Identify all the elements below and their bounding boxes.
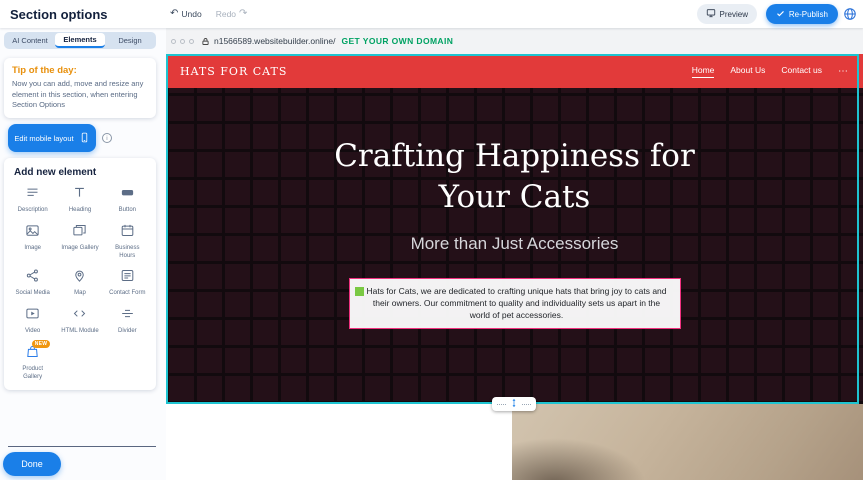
code-icon [72, 306, 87, 326]
monitor-icon [706, 8, 716, 20]
window-dot [171, 39, 176, 44]
nav-about-us[interactable]: About Us [730, 65, 765, 77]
sidebar-tabs: AI Content Elements Design [4, 32, 156, 49]
add-element-image[interactable]: Image [9, 223, 56, 261]
globe-icon [843, 9, 857, 24]
text-lines-icon [25, 185, 40, 205]
preview-button[interactable]: Preview [697, 4, 757, 24]
next-site-section[interactable] [166, 404, 863, 480]
phone-icon [79, 132, 90, 145]
edit-mobile-layout-button[interactable]: Edit mobile layout [8, 124, 96, 152]
heading-icon [72, 185, 87, 205]
add-element-social-media[interactable]: Social Media [9, 268, 56, 298]
top-toolbar: Section options ↶ Undo Redo ↷ Preview Re… [0, 0, 863, 28]
language-globe-button[interactable] [843, 7, 857, 21]
info-icon[interactable]: i [102, 133, 112, 143]
add-element-video[interactable]: Video [9, 306, 56, 336]
undo-button[interactable]: ↶ Undo [170, 9, 202, 19]
left-sidebar: AI Content Elements Design Tip of the da… [0, 28, 166, 480]
add-element-image-gallery[interactable]: Image Gallery [56, 223, 103, 261]
browser-address-bar: n1566589.websitebuilder.online/ GET YOUR… [166, 28, 863, 54]
hero-section[interactable]: Crafting Happiness for Your Cats More th… [166, 88, 863, 404]
add-new-element-panel: Add new element Description Heading Butt… [4, 158, 156, 390]
social-share-icon [25, 268, 40, 288]
site-url: n1566589.websitebuilder.online/ [214, 36, 335, 46]
check-icon [776, 9, 785, 20]
hero-paragraph: Hats for Cats, we are dedicated to craft… [366, 286, 666, 321]
page-title: Section options [10, 7, 108, 22]
add-element-divider[interactable]: Divider [104, 306, 151, 336]
add-panel-title: Add new element [14, 167, 151, 178]
add-element-map[interactable]: Map [56, 268, 103, 298]
preview-canvas: n1566589.websitebuilder.online/ GET YOUR… [166, 28, 863, 480]
image-gallery-icon [72, 223, 87, 243]
hero-heading[interactable]: Crafting Happiness for Your Cats [166, 88, 863, 218]
hero-text-block-selected[interactable]: Hats for Cats, we are dedicated to craft… [349, 278, 681, 329]
drag-dots [522, 404, 531, 405]
add-element-business-hours[interactable]: Business Hours [104, 223, 151, 261]
site-header[interactable]: HATS FOR CATS Home About Us Contact us ⋯ [166, 54, 863, 88]
divider-icon [120, 306, 135, 326]
business-hours-icon [120, 223, 135, 243]
next-section-background [166, 404, 512, 480]
add-element-html-module[interactable]: HTML Module [56, 306, 103, 336]
video-icon [25, 306, 40, 326]
redo-icon: ↷ [239, 9, 247, 19]
element-grid: Description Heading Button Image Image G… [9, 185, 151, 382]
tip-body: Now you can add, move and resize any ele… [12, 79, 148, 111]
site-nav: Home About Us Contact us ⋯ [692, 65, 849, 78]
tab-design[interactable]: Design [105, 33, 155, 48]
resize-arrows-icon [509, 395, 519, 413]
element-resize-handle[interactable] [355, 287, 364, 296]
drag-dots [497, 404, 506, 405]
button-icon [120, 185, 135, 205]
tab-elements[interactable]: Elements [55, 33, 105, 48]
hero-subheading[interactable]: More than Just Accessories [166, 234, 863, 254]
nav-home[interactable]: Home [692, 65, 715, 78]
contact-form-icon [120, 268, 135, 288]
tip-title: Tip of the day: [12, 65, 148, 76]
window-dot [180, 39, 185, 44]
redo-button[interactable]: Redo ↷ [216, 9, 248, 19]
add-element-heading[interactable]: Heading [56, 185, 103, 215]
site-logo[interactable]: HATS FOR CATS [180, 65, 287, 78]
get-domain-link[interactable]: GET YOUR OWN DOMAIN [341, 36, 453, 46]
window-dot [189, 39, 194, 44]
tip-of-the-day-card: Tip of the day: Now you can add, move an… [4, 58, 156, 118]
done-button[interactable]: Done [3, 452, 61, 476]
nav-more-icon[interactable]: ⋯ [838, 66, 849, 77]
add-element-button[interactable]: Button [104, 185, 151, 215]
tab-ai-content[interactable]: AI Content [5, 33, 55, 48]
add-element-product-gallery[interactable]: NEW Product Gallery [9, 344, 56, 382]
site-viewport: HATS FOR CATS Home About Us Contact us ⋯… [166, 54, 863, 480]
map-pin-icon [72, 268, 87, 288]
lock-icon [201, 37, 210, 46]
add-element-description[interactable]: Description [9, 185, 56, 215]
sidebar-divider [8, 446, 156, 447]
cat-photo-image [512, 404, 863, 480]
republish-button[interactable]: Re-Publish [766, 4, 838, 24]
window-control-dots [171, 39, 194, 44]
add-element-contact-form[interactable]: Contact Form [104, 268, 151, 298]
section-resize-handle[interactable] [492, 397, 536, 411]
image-icon [25, 223, 40, 243]
nav-contact-us[interactable]: Contact us [781, 65, 822, 77]
undo-redo-group: ↶ Undo Redo ↷ [170, 0, 247, 28]
undo-icon: ↶ [170, 9, 178, 19]
new-badge: NEW [32, 340, 51, 348]
